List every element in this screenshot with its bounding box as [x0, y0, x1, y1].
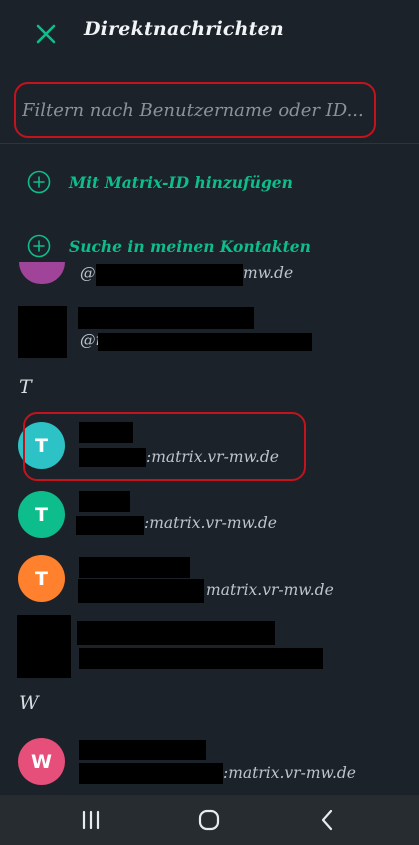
- redacted-block: [78, 307, 254, 329]
- redacted-block: [77, 621, 275, 645]
- avatar: T: [18, 491, 65, 538]
- highlight-outline: [23, 412, 306, 481]
- redacted-block: [79, 648, 323, 669]
- list-item[interactable]: T :matrix.vr-mw.de: [0, 489, 419, 545]
- avatar: [18, 306, 67, 358]
- list-item[interactable]: W :matrix.vr-mw.de: [0, 736, 419, 792]
- page-title: Direktnachrichten: [84, 18, 284, 40]
- search-input[interactable]: [14, 82, 376, 138]
- section-header-w: W: [19, 692, 39, 714]
- redacted-block: [76, 516, 144, 535]
- redacted-block: [79, 763, 223, 784]
- list-item[interactable]: @ mw.de: [0, 262, 419, 292]
- recent-apps-icon: [82, 810, 100, 830]
- avatar: [17, 615, 71, 678]
- avatar: T: [18, 555, 65, 602]
- back-button[interactable]: [307, 805, 347, 835]
- add-with-matrix-id-label: Mit Matrix-ID hinzufügen: [69, 172, 293, 192]
- avatar: [19, 262, 65, 284]
- home-icon: [198, 809, 220, 831]
- list-item[interactable]: T matrix.vr-mw.de: [0, 555, 419, 611]
- user-id-suffix: matrix.vr-mw.de: [206, 581, 334, 599]
- redacted-block: [79, 557, 190, 578]
- list-item[interactable]: @r: [0, 302, 419, 362]
- close-icon[interactable]: [34, 22, 58, 46]
- add-with-matrix-id-button[interactable]: Mit Matrix-ID hinzufügen: [27, 170, 293, 194]
- search-contacts-label: Suche in meinen Kontakten: [69, 236, 311, 256]
- home-button[interactable]: [189, 805, 229, 835]
- redacted-block: [98, 333, 312, 351]
- search-contacts-button[interactable]: Suche in meinen Kontakten: [27, 234, 311, 258]
- back-icon: [321, 809, 333, 831]
- divider: [0, 143, 419, 144]
- redacted-block: [96, 264, 243, 286]
- system-navigation-bar: [0, 795, 419, 845]
- user-id-suffix: mw.de: [243, 264, 294, 282]
- user-id-suffix: :matrix.vr-mw.de: [144, 514, 277, 532]
- user-id-prefix: @: [80, 264, 96, 282]
- redacted-block: [79, 491, 130, 512]
- search-container: [14, 82, 376, 138]
- user-id-suffix: :matrix.vr-mw.de: [223, 764, 356, 782]
- app-bar: Direktnachrichten: [0, 0, 419, 68]
- recent-apps-button[interactable]: [71, 805, 111, 835]
- plus-circle-icon: [27, 234, 51, 258]
- list-item[interactable]: [0, 613, 419, 679]
- section-header-t: T: [19, 376, 32, 398]
- avatar: W: [18, 738, 65, 785]
- redacted-block: [78, 579, 204, 603]
- plus-circle-icon: [27, 170, 51, 194]
- redacted-block: [79, 740, 206, 760]
